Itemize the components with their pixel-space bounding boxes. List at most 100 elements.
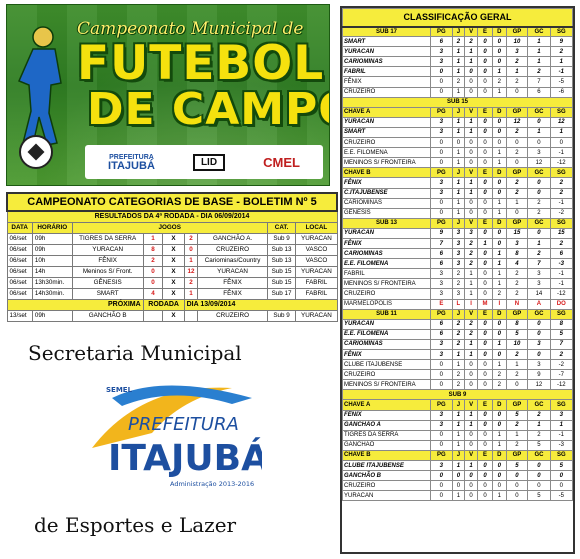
boletim-table: CAMPEONATO CATEGORIAS DE BASE - BOLETIM …: [6, 192, 338, 322]
result-date: 06/set: [6, 232, 33, 245]
stat-cell: 2: [505, 56, 529, 68]
stat-cell: 0: [477, 338, 493, 351]
result-date: 06/set: [6, 276, 33, 289]
stat-cell: 1: [527, 46, 551, 58]
next-home-team: GANCHÃO B: [71, 309, 144, 322]
stat-cell: 15: [549, 227, 573, 239]
result-location: VASCO: [295, 243, 338, 256]
stat-cell: 6: [430, 36, 453, 48]
stat-cell: 2: [451, 268, 466, 280]
stat-cell: 2: [464, 258, 479, 270]
stat-cell: 0: [430, 157, 453, 169]
stat-cell: 0: [527, 480, 551, 492]
col-header: V: [464, 106, 479, 118]
stat-cell: 0: [477, 137, 493, 149]
col-header: PG: [430, 449, 453, 462]
team-name: C.ITAJUBENSE: [342, 187, 431, 199]
stat-cell: 1: [451, 359, 466, 371]
result-date: 06/set: [6, 287, 33, 300]
stat-cell: -1: [549, 197, 573, 209]
stat-cell: 2: [451, 338, 466, 351]
stat-cell: 14: [527, 288, 551, 300]
stat-cell: 2: [505, 278, 529, 290]
stat-cell: 7: [527, 76, 551, 88]
championship-banner: Campeonato Municipal de FUTEBOL DE CAMPO…: [6, 4, 330, 186]
stat-cell: 1: [464, 187, 479, 199]
stat-cell: 0: [464, 157, 479, 169]
stat-cell: 1: [491, 278, 507, 290]
stat-cell: 0: [451, 470, 466, 482]
result-away-team: CRUZEIRO: [197, 243, 268, 256]
stat-cell: 1: [491, 338, 507, 351]
stat-cell: 2: [451, 369, 466, 381]
section-header-row: SUB 13 PG J V E D GP GC SG: [342, 217, 573, 229]
col-header: V: [464, 308, 479, 320]
result-date: 06/set: [6, 265, 33, 278]
stat-cell: -5: [549, 76, 573, 88]
prefeitura-logo-name: ITAJUBÁ: [108, 160, 155, 172]
stat-cell: 1: [464, 409, 479, 421]
col-jogos: JOGOS: [71, 221, 268, 234]
stat-cell: 3: [430, 187, 453, 199]
stat-cell: 1: [464, 338, 479, 351]
eliminated-cell: I: [491, 298, 507, 310]
team-name: CARIOMINAS: [342, 197, 431, 209]
team-row: CARIOMINAS 3 2 1 0 1 10 3 7: [342, 338, 573, 351]
col-header: SG: [549, 25, 573, 38]
result-home-team: GÊNESIS: [71, 276, 144, 289]
team-row: TIGRES DA SERRA 0 1 0 0 1 1 2 -1: [342, 429, 573, 441]
result-home-score: 0: [142, 265, 164, 278]
team-name: FÊNIX: [342, 177, 431, 189]
stat-cell: 0: [464, 470, 479, 482]
stat-cell: 5: [505, 460, 529, 472]
stat-cell: 0: [477, 197, 493, 209]
stat-cell: 1: [527, 56, 551, 68]
stat-cell: 2: [505, 439, 529, 451]
stat-cell: 0: [477, 157, 493, 169]
stat-cell: 0: [464, 359, 479, 371]
stat-cell: 15: [505, 227, 529, 239]
result-home-score: 2: [142, 254, 164, 267]
team-name: MENINOS S/ FRONTEIRA: [342, 157, 431, 169]
col-header: J: [451, 308, 466, 320]
stat-cell: 6: [430, 248, 453, 260]
stat-cell: 1: [491, 248, 507, 260]
result-time: 14h30min.: [31, 287, 73, 300]
stat-cell: 0: [430, 439, 453, 451]
stat-cell: 0: [527, 348, 551, 361]
stat-cell: 1: [451, 56, 466, 68]
team-name: CRUZEIRO: [342, 86, 431, 98]
team-row: YURACAN 6 2 2 0 0 8 0 8: [342, 318, 573, 330]
stat-cell: 3: [430, 46, 453, 58]
result-versus: X: [162, 232, 185, 245]
col-header: J: [451, 399, 466, 411]
eliminated-cell: E: [430, 298, 453, 310]
col-header: E: [477, 106, 493, 118]
stat-cell: 0: [491, 480, 507, 492]
stat-cell: 3: [430, 338, 453, 351]
stat-cell: 7: [549, 338, 573, 351]
stat-cell: 0: [464, 480, 479, 492]
team-row: E.E. FILOMENA 0 1 0 0 1 2 3 -1: [342, 147, 573, 159]
col-header: E: [477, 449, 493, 462]
stat-cell: 5: [549, 328, 573, 340]
stat-cell: 3: [549, 409, 573, 421]
eliminated-cell: M: [477, 298, 493, 310]
stat-cell: 1: [549, 56, 573, 68]
stat-cell: 9: [527, 369, 551, 381]
col-header: E: [477, 25, 493, 38]
stat-cell: 0: [477, 419, 493, 431]
stat-cell: 0: [477, 258, 493, 270]
stat-cell: 1: [464, 126, 479, 139]
stat-cell: 1: [451, 46, 466, 58]
team-row: FABRIL 0 1 0 0 1 1 2 -1: [342, 66, 573, 78]
stat-cell: 0: [527, 116, 551, 128]
result-category: Sub 13: [266, 254, 297, 267]
stat-cell: 1: [491, 258, 507, 270]
stat-cell: 0: [477, 116, 493, 128]
team-row: E.E. FILOMENA 6 3 2 0 1 4 7 -3: [342, 258, 573, 270]
stat-cell: 3: [527, 338, 551, 351]
team-name: MENINOS S/ FRONTEIRA: [342, 278, 431, 290]
stat-cell: 0: [477, 126, 493, 139]
stat-cell: 3: [430, 177, 453, 189]
